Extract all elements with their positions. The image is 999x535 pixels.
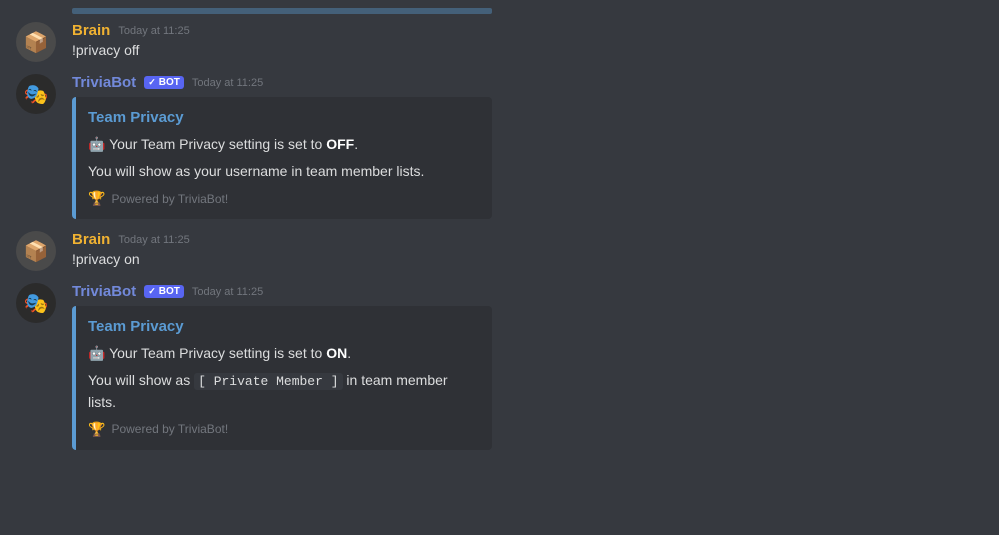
- embed-line1-bold: OFF: [326, 136, 354, 152]
- message-group: 📦 Brain Today at 11:25 !privacy off: [0, 18, 999, 66]
- embed-footer: 🏆 Powered by TriviaBot!: [88, 190, 476, 207]
- message-group: 📦 Brain Today at 11:25 !privacy on: [0, 227, 999, 275]
- embed-line1-bold: ON: [326, 345, 347, 361]
- embed-line1-suffix: .: [354, 136, 358, 152]
- embed-body-2: You will show as your username in team m…: [88, 161, 476, 182]
- timestamp: Today at 11:25: [192, 77, 263, 89]
- avatar: 📦: [16, 22, 56, 62]
- embed-title: Team Privacy: [88, 318, 476, 335]
- embed-body: 🤖 Your Team Privacy setting is set to ON…: [88, 343, 476, 364]
- message-header: TriviaBot BOT Today at 11:25: [72, 283, 983, 300]
- username: TriviaBot: [72, 74, 136, 91]
- message-group: 🎭 TriviaBot BOT Today at 11:25 Team Priv…: [0, 70, 999, 223]
- message-content: Brain Today at 11:25 !privacy off: [72, 22, 983, 61]
- timestamp: Today at 11:25: [192, 286, 263, 298]
- embed-footer-text: Powered by TriviaBot!: [111, 422, 228, 436]
- message-header: TriviaBot BOT Today at 11:25: [72, 74, 983, 91]
- timestamp: Today at 11:25: [118, 234, 189, 246]
- messages-container: 📦 Brain Today at 11:25 !privacy off 🎭 Tr…: [0, 0, 999, 466]
- embed-line1-suffix: .: [347, 345, 351, 361]
- embed-footer-icon: 🏆: [88, 190, 105, 207]
- bot-badge: BOT: [144, 76, 184, 89]
- timestamp: Today at 11:25: [118, 25, 189, 37]
- message-text: !privacy on: [72, 250, 983, 270]
- embed-card: Team Privacy 🤖 Your Team Privacy setting…: [72, 306, 492, 450]
- embed-card: Team Privacy 🤖 Your Team Privacy setting…: [72, 97, 492, 219]
- message-content: TriviaBot BOT Today at 11:25 Team Privac…: [72, 74, 983, 219]
- embed-body: 🤖 Your Team Privacy setting is set to OF…: [88, 134, 476, 155]
- message-group: 🎭 TriviaBot BOT Today at 11:25 Team Priv…: [0, 279, 999, 454]
- embed-line2-text: You will show as: [88, 372, 194, 388]
- embed-line1-text: Your Team Privacy setting is set to: [109, 345, 326, 361]
- avatar: 🎭: [16, 74, 56, 114]
- embed-line2-text: You will show as your username in team m…: [88, 163, 424, 179]
- embed-body-2: You will show as [ Private Member ] in t…: [88, 370, 476, 413]
- embed-footer: 🏆 Powered by TriviaBot!: [88, 421, 476, 438]
- username: Brain: [72, 231, 110, 248]
- embed-line1-text: Your Team Privacy setting is set to: [109, 136, 326, 152]
- embed-line1-emoji: 🤖: [88, 136, 109, 152]
- embed-footer-text: Powered by TriviaBot!: [111, 192, 228, 206]
- embed-footer-icon: 🏆: [88, 421, 105, 438]
- bot-badge: BOT: [144, 285, 184, 298]
- message-content: TriviaBot BOT Today at 11:25 Team Privac…: [72, 283, 983, 450]
- embed-title: Team Privacy: [88, 109, 476, 126]
- username: Brain: [72, 22, 110, 39]
- username: TriviaBot: [72, 283, 136, 300]
- message-header: Brain Today at 11:25: [72, 231, 983, 248]
- message-text: !privacy off: [72, 41, 983, 61]
- private-member-badge: [ Private Member ]: [194, 373, 342, 390]
- avatar: 📦: [16, 231, 56, 271]
- embed-line1-emoji: 🤖: [88, 345, 109, 361]
- avatar: 🎭: [16, 283, 56, 323]
- message-content: Brain Today at 11:25 !privacy on: [72, 231, 983, 270]
- message-header: Brain Today at 11:25: [72, 22, 983, 39]
